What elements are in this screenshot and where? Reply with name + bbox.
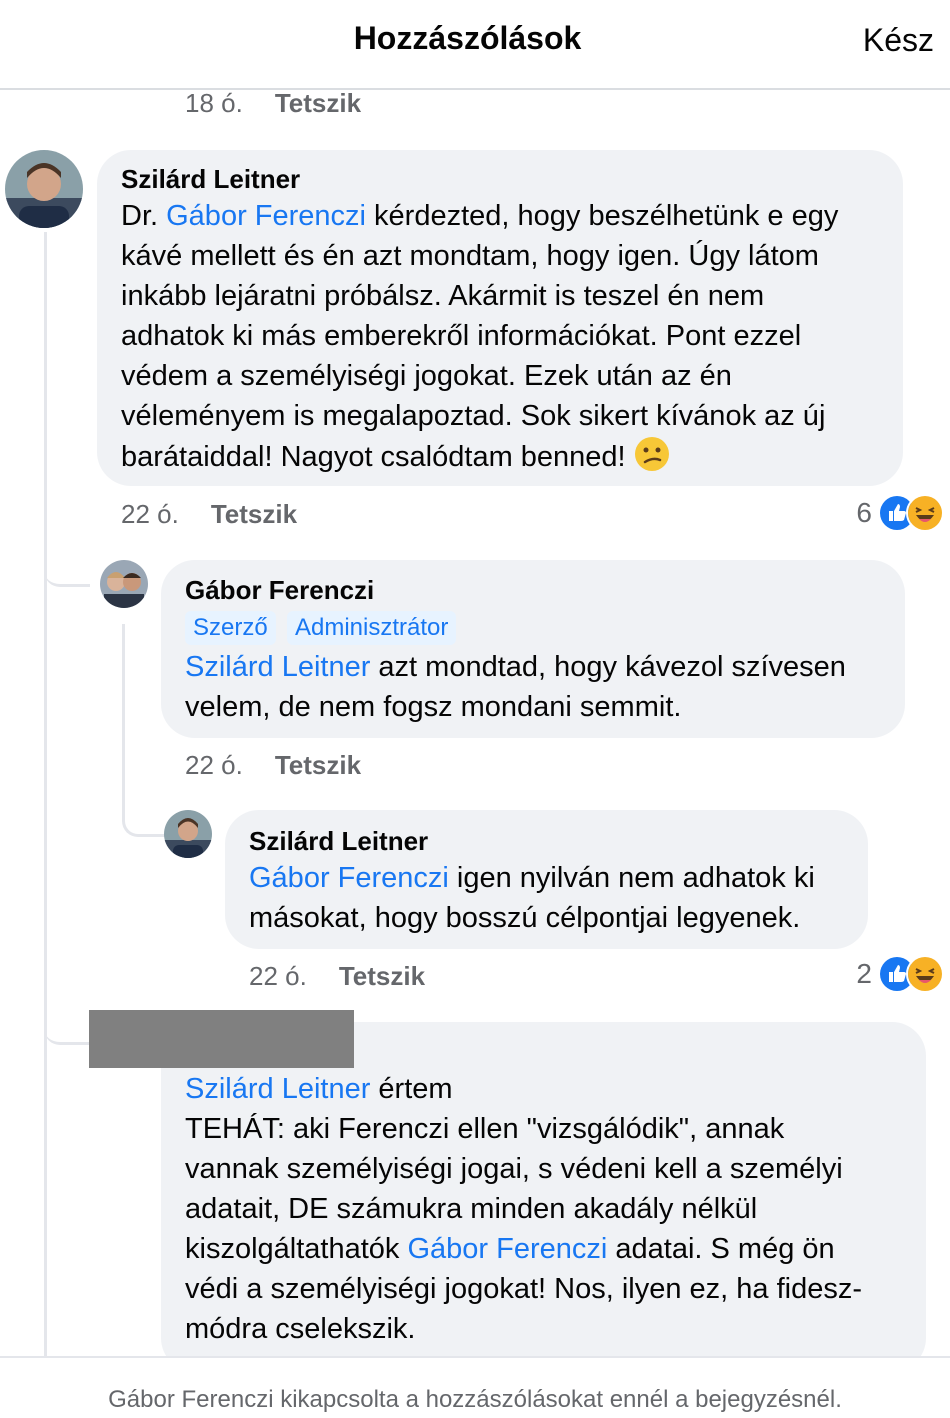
thread-line-main: [44, 232, 47, 1362]
reaction-count: 2: [856, 958, 872, 989]
page-title: Hozzászólások: [353, 20, 582, 56]
comment-time: 22 ó.: [121, 499, 179, 529]
comment-line: véleményem is megalapoztad. Sok sikert k…: [121, 400, 826, 432]
mention-link[interactable]: Gábor Ferenczi: [249, 862, 449, 894]
comment-meta: 22 ó. Tetszik: [249, 961, 425, 992]
comment-meta-previous: 18 ó. Tetszik: [185, 88, 361, 119]
thread-connector-reply-1: [44, 560, 90, 587]
comments-header: Hozzászólások Kész: [0, 0, 950, 90]
comment-text: Dr. Gábor Ferenczi kérdezted, hogy beszé…: [121, 196, 838, 477]
author-badge: Szerző: [185, 611, 276, 645]
comment-line: adatait, DE számukra minden akadály nélk…: [185, 1193, 758, 1225]
comment-line: Szilárd Leitner értem: [185, 1073, 453, 1105]
comment-line: Szilárd Leitner azt mondtad, hogy kávezo…: [185, 651, 846, 683]
thread-line-reply: [122, 624, 125, 810]
comment-line: védi a személyiségi jogokat! Nos, ilyen …: [185, 1273, 862, 1305]
confused-face-emoji-icon: [634, 436, 670, 472]
comment-text: Szilárd Leitner azt mondtad, hogy kávezo…: [185, 647, 846, 727]
admin-badge: Adminisztrátor: [287, 611, 457, 645]
comment-line: Dr. Gábor Ferenczi kérdezted, hogy beszé…: [121, 200, 839, 232]
comment-text: Szilárd Leitner értem TEHÁT: aki Ferencz…: [185, 1069, 862, 1349]
reaction-summary[interactable]: 6: [856, 494, 944, 532]
mention-link[interactable]: Gábor Ferenczi: [407, 1233, 607, 1265]
avatar[interactable]: [100, 560, 148, 608]
comments-disabled-notice: Gábor Ferenczi kikapcsolta a hozzászólás…: [108, 1386, 842, 1413]
comment-line: TEHÁT: aki Ferenczi ellen "vizsgálódik",…: [185, 1113, 785, 1145]
like-button[interactable]: Tetszik: [211, 499, 297, 529]
comment-meta: 22 ó. Tetszik: [185, 750, 361, 781]
comment-time: 22 ó.: [249, 961, 307, 991]
comment-line: barátaiddal! Nagyot csalódtam benned!: [121, 436, 838, 477]
reaction-summary[interactable]: 2: [856, 955, 944, 993]
done-button[interactable]: Kész: [863, 22, 934, 59]
thread-connector-reply-3: [44, 1016, 90, 1045]
comment-author[interactable]: Gábor Ferenczi: [185, 575, 374, 606]
comment-line: védem a személyiségi jogokat. Ezek után …: [121, 360, 732, 392]
comment-line: kávé mellett és én azt mondtam, hogy ige…: [121, 240, 819, 272]
like-button[interactable]: Tetszik: [275, 88, 361, 118]
mention-link[interactable]: Szilárd Leitner: [185, 1073, 370, 1105]
comment-author[interactable]: Szilárd Leitner: [121, 164, 300, 195]
avatar[interactable]: [164, 810, 212, 858]
mention-link[interactable]: Gábor Ferenczi: [166, 200, 366, 232]
avatar[interactable]: [5, 150, 83, 228]
redacted-author-block: [89, 1010, 354, 1068]
comment-time: 22 ó.: [185, 750, 243, 780]
comment-line: kiszolgáltathatók Gábor Ferenczi adatai.…: [185, 1233, 835, 1265]
comment-line: velem, de nem fogsz mondani semmit.: [185, 691, 682, 723]
comment-line: Gábor Ferenczi igen nyilván nem adhatok …: [249, 862, 815, 894]
thread-connector-reply-2: [122, 800, 167, 837]
comment-line: módra cselekszik.: [185, 1313, 416, 1345]
comment-line: adhatok ki más emberekről információkat.…: [121, 320, 802, 352]
comment-line: másokat, hogy bosszú célpontjai legyenek…: [249, 902, 801, 934]
comment-text: Gábor Ferenczi igen nyilván nem adhatok …: [249, 858, 815, 938]
haha-reaction-icon: [906, 494, 944, 532]
comment-line: vannak személyiségi jogai, s védeni kell…: [185, 1153, 843, 1185]
comments-disabled-footer: Gábor Ferenczi kikapcsolta a hozzászólás…: [0, 1356, 950, 1418]
comment-line: inkább lejáratni próbálsz. Akármit is te…: [121, 280, 765, 312]
reaction-count: 6: [856, 497, 872, 528]
haha-reaction-icon: [906, 955, 944, 993]
comment-meta: 22 ó. Tetszik: [121, 499, 297, 530]
like-button[interactable]: Tetszik: [275, 750, 361, 780]
comment-time: 18 ó.: [185, 88, 243, 118]
mention-link[interactable]: Szilárd Leitner: [185, 651, 370, 683]
like-button[interactable]: Tetszik: [339, 961, 425, 991]
comment-author[interactable]: Szilárd Leitner: [249, 826, 428, 857]
